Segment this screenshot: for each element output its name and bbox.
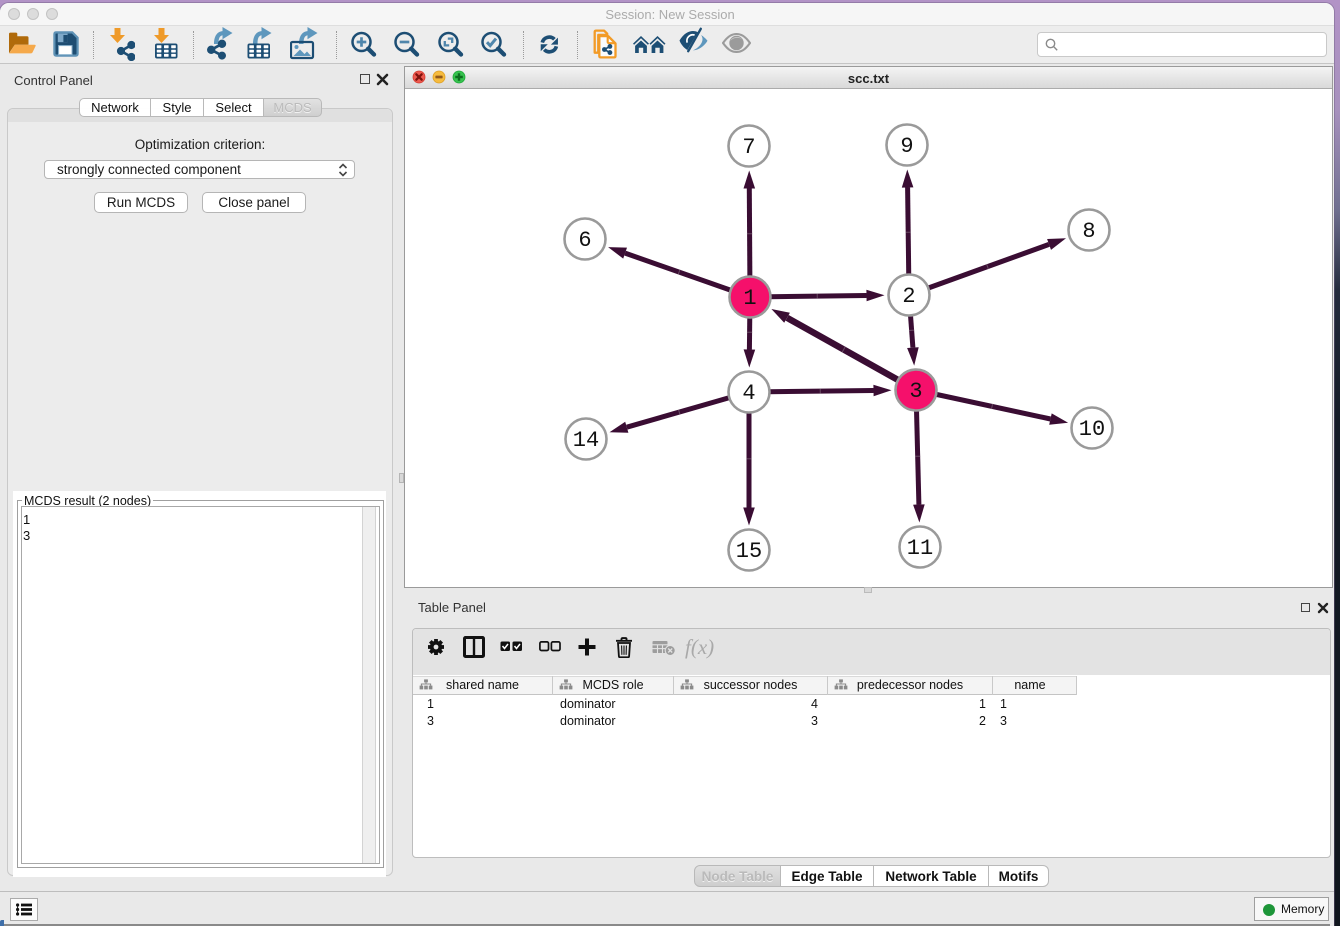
svg-text:6: 6 <box>578 228 591 253</box>
svg-text:8: 8 <box>1082 219 1095 244</box>
svg-text:11: 11 <box>907 536 933 561</box>
svg-text:15: 15 <box>736 539 762 564</box>
svg-text:14: 14 <box>573 428 599 453</box>
svg-text:4: 4 <box>742 381 755 406</box>
svg-text:1: 1 <box>743 286 756 311</box>
svg-text:2: 2 <box>902 284 915 309</box>
svg-text:7: 7 <box>742 135 755 160</box>
svg-text:10: 10 <box>1079 417 1105 442</box>
svg-text:9: 9 <box>900 134 913 159</box>
svg-text:3: 3 <box>909 379 922 404</box>
